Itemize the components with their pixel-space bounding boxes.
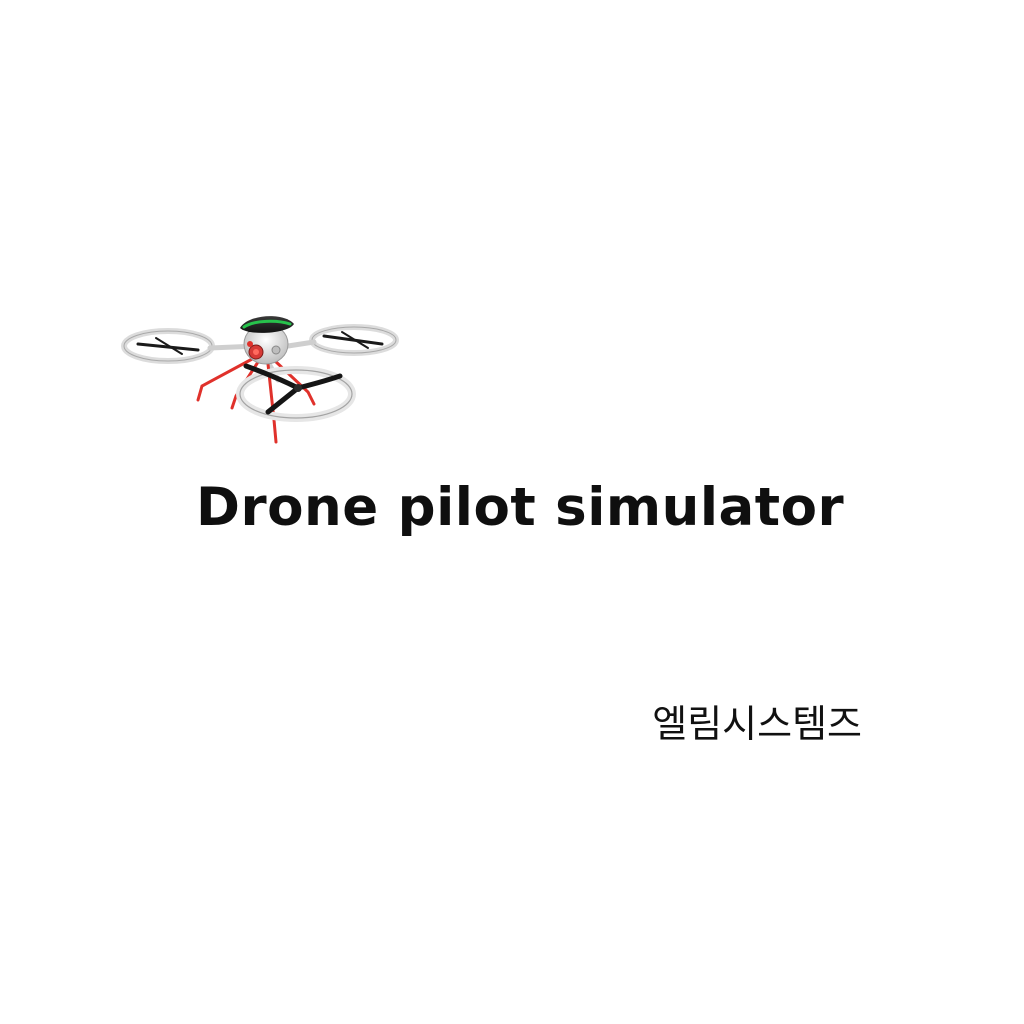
drone-icon: [121, 316, 399, 444]
company-name: 엘림시스템즈: [652, 702, 862, 746]
app-title: Drone pilot simulator: [196, 477, 845, 538]
splash-screen: Drone pilot simulator 엘림시스템즈: [0, 0, 1024, 1024]
